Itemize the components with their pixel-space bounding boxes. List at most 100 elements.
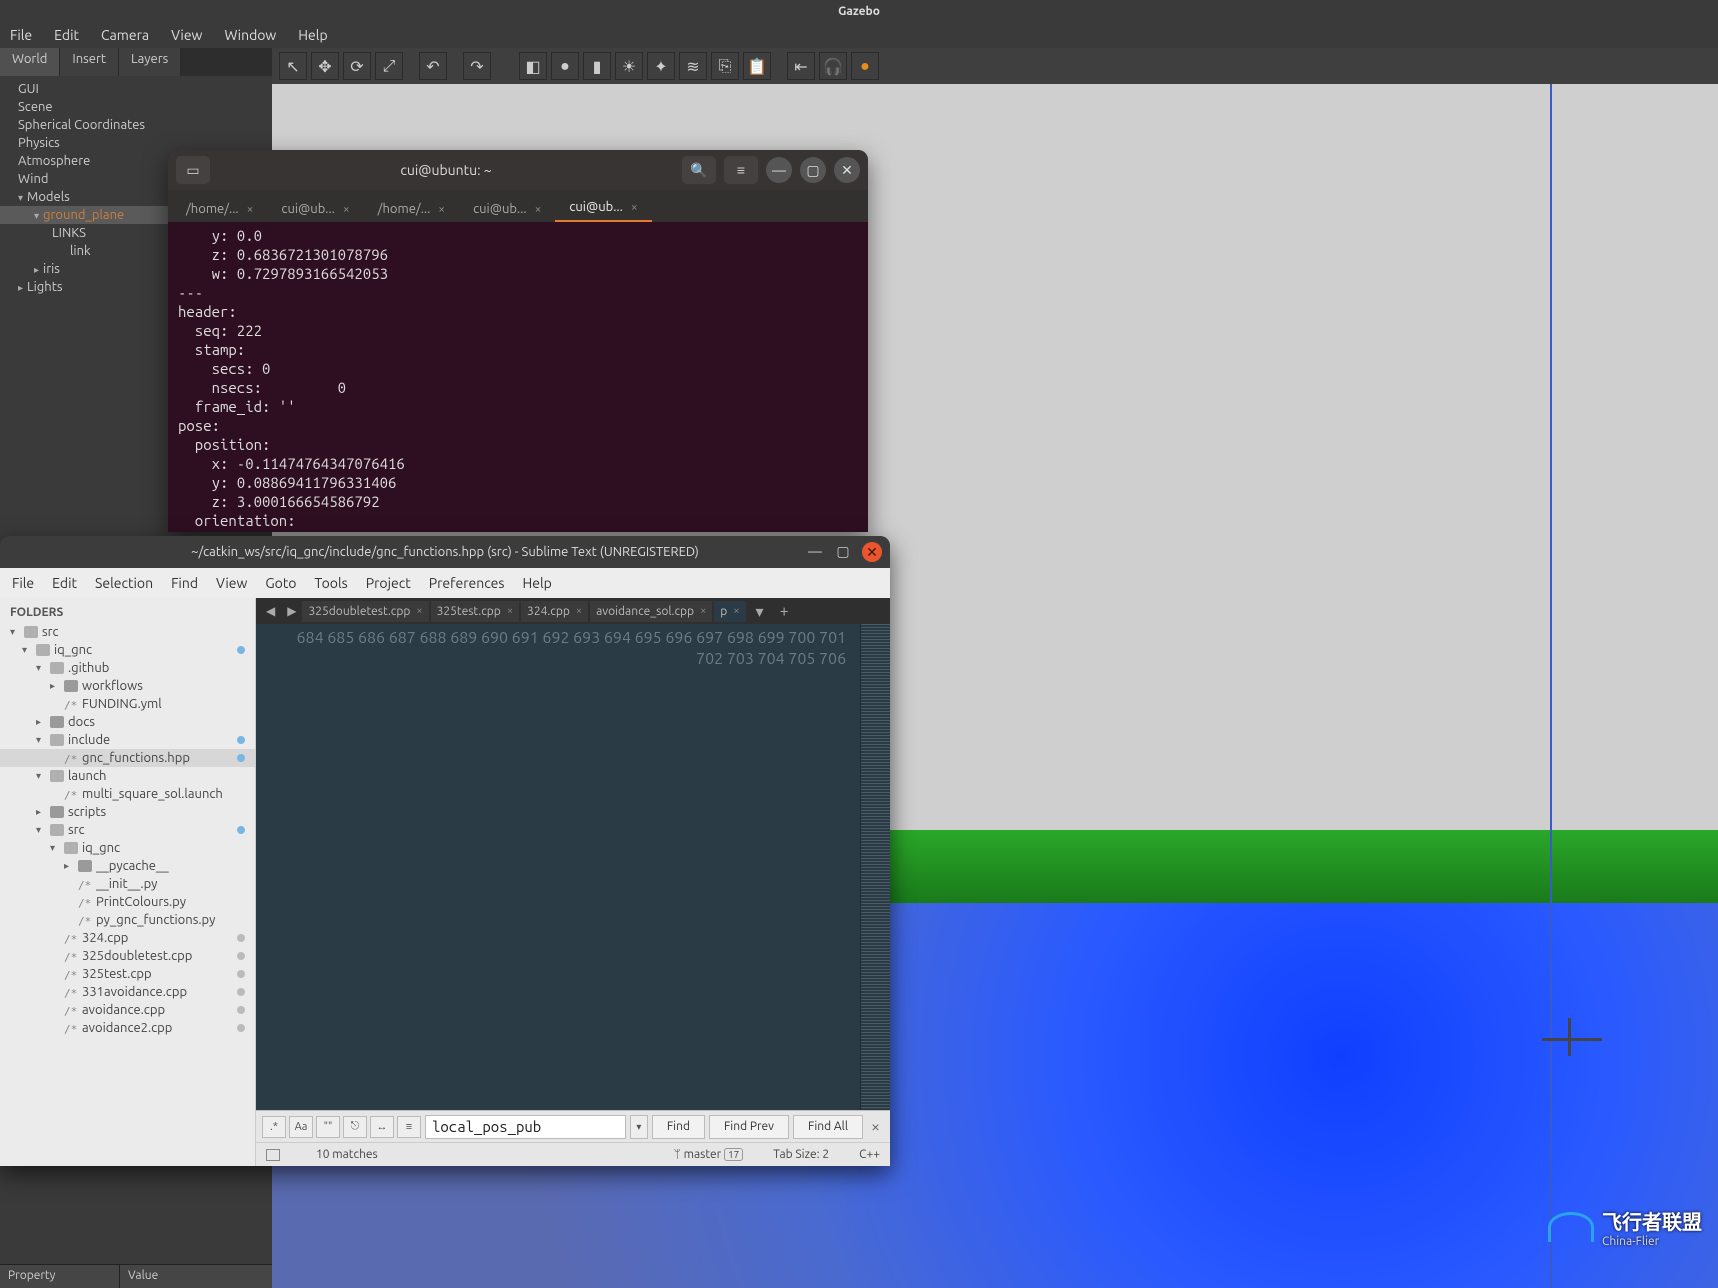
file-tree-item[interactable]: 325doubletest.cpp [0, 947, 255, 965]
file-tree-item[interactable]: 325test.cpp [0, 965, 255, 983]
undo-icon[interactable]: ↶ [419, 52, 447, 80]
close-find-icon[interactable]: × [867, 1118, 884, 1136]
find-prev-button[interactable]: Find Prev [709, 1115, 789, 1139]
status-tabsize[interactable]: Tab Size: 2 [773, 1148, 829, 1161]
file-tree-item[interactable]: FUNDING.yml [0, 695, 255, 713]
menu-help[interactable]: Help [522, 575, 551, 591]
editor-tab[interactable]: 325test.cpp× [431, 601, 519, 622]
menu-help[interactable]: Help [298, 27, 327, 43]
file-tree-item[interactable]: avoidance2.cpp [0, 1019, 255, 1037]
panel-toggle-icon[interactable] [266, 1149, 280, 1161]
record-icon[interactable]: ● [851, 52, 879, 80]
copy-icon[interactable]: ⎘ [711, 52, 739, 80]
file-tree-item[interactable]: gnc_functions.hpp [0, 749, 255, 767]
terminal-tab[interactable]: cui@ub...× [459, 196, 555, 222]
file-tree-item[interactable]: ▸docs [0, 713, 255, 731]
file-tree-item[interactable]: PrintColours.py [0, 893, 255, 911]
terminal-tab[interactable]: /home/...× [172, 196, 267, 222]
terminal-tab[interactable]: cui@ub...× [267, 196, 363, 222]
box-icon[interactable]: ◧ [519, 52, 547, 80]
code-editor[interactable]: 684 685 686 687 688 689 690 691 692 693 … [256, 624, 890, 1110]
light2-icon[interactable]: ✦ [647, 52, 675, 80]
sublime-window[interactable]: ~/catkin_ws/src/iq_gnc/include/gnc_funct… [0, 536, 890, 1166]
editor-tab[interactable]: p× [714, 601, 745, 622]
file-tree-item[interactable]: ▾iq_gnc [0, 839, 255, 857]
find-history-dropdown[interactable]: ▾ [630, 1115, 648, 1139]
align-icon[interactable]: ⇤ [787, 52, 815, 80]
find-option[interactable]: "" [316, 1116, 340, 1138]
terminal-output[interactable]: y: 0.0 z: 0.6836721301078796 w: 0.729789… [168, 222, 868, 532]
light1-icon[interactable]: ☀ [615, 52, 643, 80]
terminal-window[interactable]: ▭ cui@ubuntu: ~ 🔍 ≡ — ▢ ✕ /home/...×cui@… [168, 150, 868, 532]
nav-fwd-icon[interactable]: ▶ [281, 604, 302, 618]
find-input[interactable] [425, 1115, 626, 1139]
cursor-icon[interactable]: ↖ [279, 52, 307, 80]
file-tree-item[interactable]: 331avoidance.cpp [0, 983, 255, 1001]
tree-spherical-coordinates[interactable]: Spherical Coordinates [0, 116, 272, 134]
file-tree-item[interactable]: ▾src [0, 623, 255, 641]
rotate-icon[interactable]: ⟳ [343, 52, 371, 80]
menu-edit[interactable]: Edit [54, 27, 79, 43]
move-icon[interactable]: ✥ [311, 52, 339, 80]
find-button[interactable]: Find [652, 1115, 705, 1139]
tree-gui[interactable]: GUI [0, 80, 272, 98]
menu-edit[interactable]: Edit [52, 575, 77, 591]
side-tab-insert[interactable]: Insert [60, 48, 119, 76]
side-tab-world[interactable]: World [0, 48, 60, 76]
find-option[interactable]: ≡ [397, 1116, 421, 1138]
new-tab-button[interactable]: + [772, 602, 797, 620]
file-tree-item[interactable]: ▾src [0, 821, 255, 839]
terminal-tab[interactable]: /home/...× [364, 196, 459, 222]
search-button[interactable]: 🔍 [682, 156, 716, 184]
menu-goto[interactable]: Goto [265, 575, 296, 591]
menu-file[interactable]: File [10, 27, 32, 43]
side-tab-layers[interactable]: Layers [119, 48, 181, 76]
editor-tab[interactable]: avoidance_sol.cpp× [590, 601, 712, 622]
scale-icon[interactable]: ⤢ [375, 52, 403, 80]
file-tree-item[interactable]: ▾include [0, 731, 255, 749]
file-tree-item[interactable]: py_gnc_functions.py [0, 911, 255, 929]
file-tree-item[interactable]: __init__.py [0, 875, 255, 893]
file-tree-item[interactable]: ▾iq_gnc [0, 641, 255, 659]
snap-icon[interactable]: 🎧 [819, 52, 847, 80]
file-tree-item[interactable]: 324.cpp [0, 929, 255, 947]
redo-icon[interactable]: ↷ [463, 52, 491, 80]
find-option[interactable]: ⎋ [343, 1116, 367, 1138]
menu-window[interactable]: Window [224, 27, 276, 43]
status-branch[interactable]: ᛘ master 17 [674, 1148, 744, 1161]
find-all-button[interactable]: Find All [793, 1115, 863, 1139]
menu-view[interactable]: View [171, 27, 202, 43]
close-button[interactable]: ✕ [862, 542, 882, 562]
terminal-tab[interactable]: cui@ub...× [555, 194, 651, 222]
editor-tab[interactable]: 325doubletest.cpp× [302, 601, 428, 622]
file-tree-item[interactable]: avoidance.cpp [0, 1001, 255, 1019]
menu-project[interactable]: Project [366, 575, 411, 591]
menu-file[interactable]: File [12, 575, 34, 591]
editor-tab[interactable]: 324.cpp× [521, 601, 588, 622]
find-option[interactable]: Aa [289, 1116, 313, 1138]
menu-preferences[interactable]: Preferences [429, 575, 505, 591]
light3-icon[interactable]: ≋ [679, 52, 707, 80]
find-option[interactable]: .* [262, 1116, 286, 1138]
sublime-sidebar[interactable]: FOLDERS ▾src▾iq_gnc▾.github▸workflowsFUN… [0, 598, 256, 1166]
menu-selection[interactable]: Selection [95, 575, 153, 591]
cyl-icon[interactable]: ▮ [583, 52, 611, 80]
file-tree-item[interactable]: ▸scripts [0, 803, 255, 821]
paste-icon[interactable]: 📋 [743, 52, 771, 80]
tree-scene[interactable]: Scene [0, 98, 272, 116]
dropdown-tabs-icon[interactable]: ▾ [748, 602, 772, 621]
close-button[interactable]: ✕ [834, 157, 860, 183]
file-tree-item[interactable]: ▾.github [0, 659, 255, 677]
menu-view[interactable]: View [216, 575, 247, 591]
maximize-button[interactable]: ▢ [834, 542, 852, 560]
maximize-button[interactable]: ▢ [800, 157, 826, 183]
new-tab-button[interactable]: ▭ [176, 156, 210, 184]
terminal-titlebar[interactable]: ▭ cui@ubuntu: ~ 🔍 ≡ — ▢ ✕ [168, 150, 868, 190]
minimap[interactable] [860, 624, 890, 1110]
find-option[interactable]: ↔ [370, 1116, 394, 1138]
hamburger-button[interactable]: ≡ [724, 156, 758, 184]
file-tree-item[interactable]: ▸__pycache__ [0, 857, 255, 875]
status-language[interactable]: C++ [859, 1148, 880, 1161]
menu-tools[interactable]: Tools [315, 575, 348, 591]
file-tree-item[interactable]: ▾launch [0, 767, 255, 785]
